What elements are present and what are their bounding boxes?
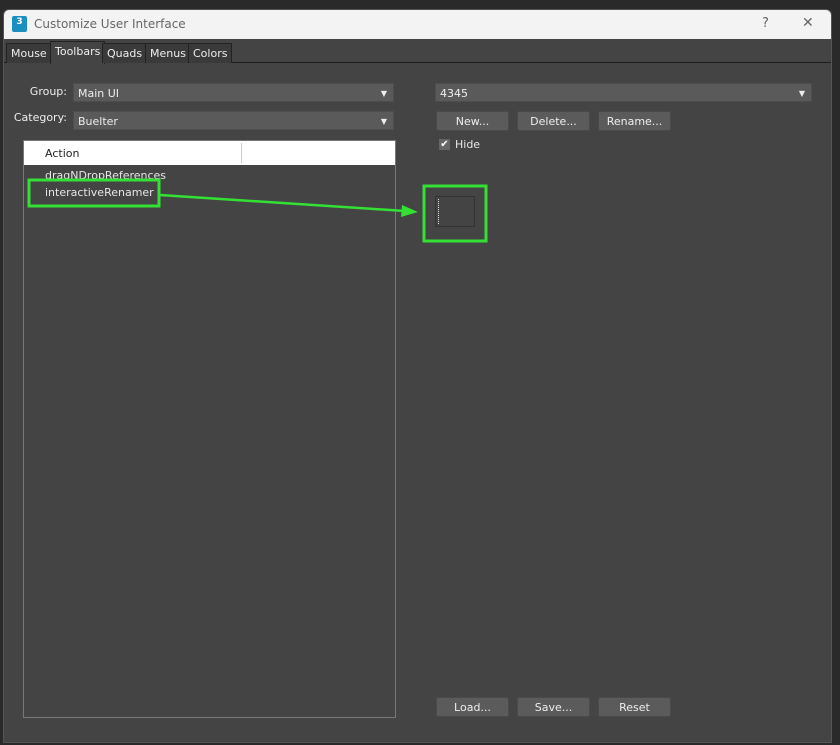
arrow-line bbox=[159, 193, 406, 213]
highlight-box-toolbar bbox=[422, 184, 488, 243]
arrow-head-icon bbox=[401, 205, 418, 217]
highlight-box-item bbox=[27, 178, 161, 208]
annotation-overlay bbox=[27, 178, 488, 243]
